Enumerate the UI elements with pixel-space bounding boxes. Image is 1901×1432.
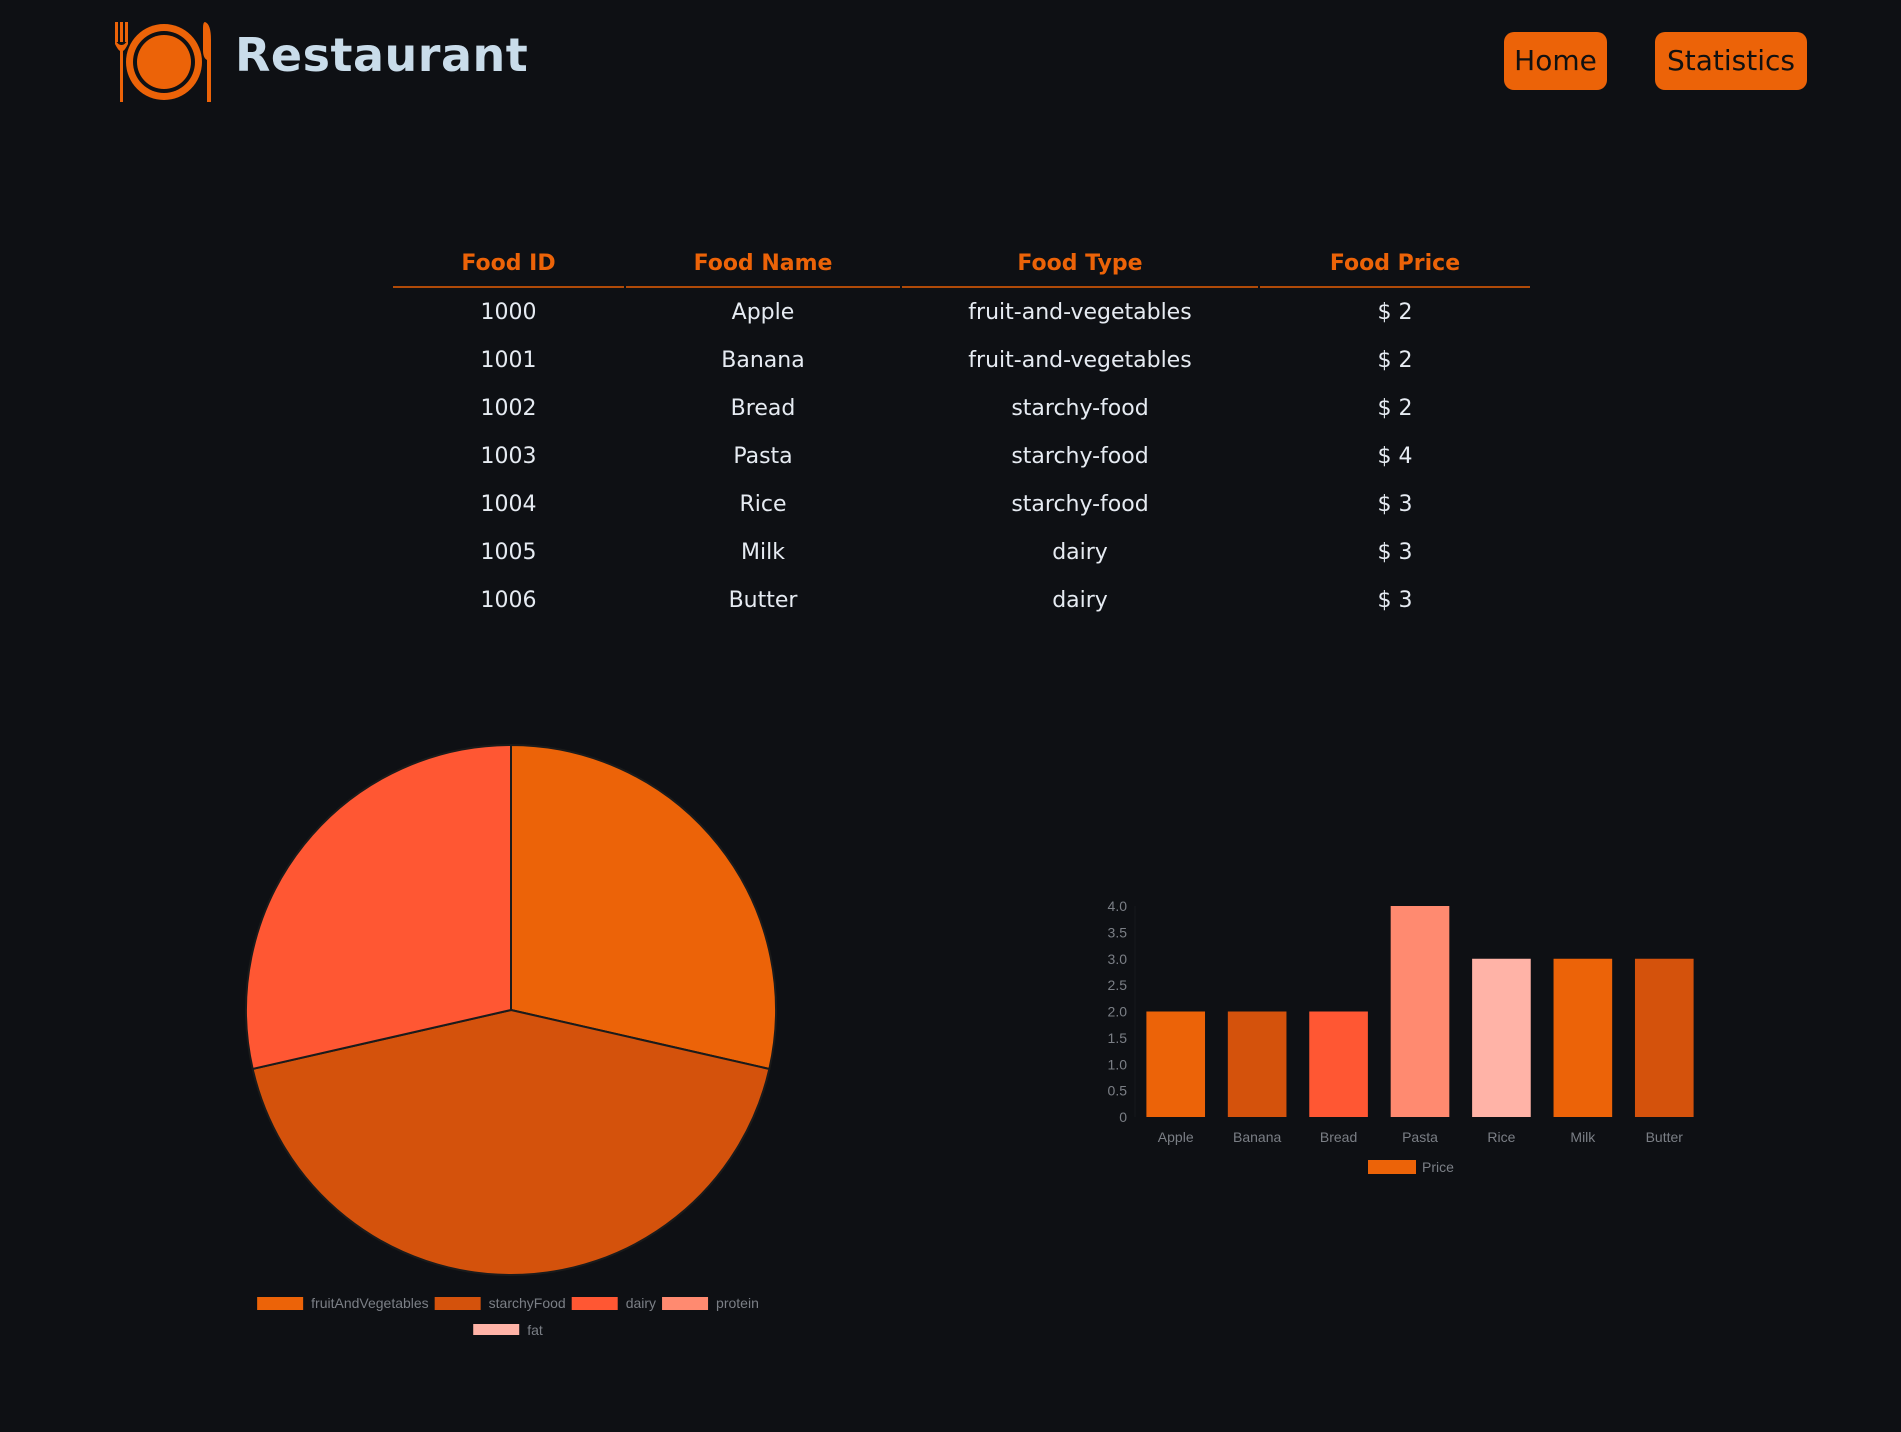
bar-apple[interactable] — [1146, 1011, 1206, 1118]
legend-swatch-fruit-and-vegetables[interactable] — [257, 1297, 304, 1310]
cell-food-id: 1006 — [480, 587, 537, 613]
cell-food-id: 1003 — [480, 443, 537, 469]
cell-food-id: 1005 — [480, 539, 537, 565]
legend-label-fruit-and-vegetables[interactable]: fruitAndVegetables — [311, 1295, 429, 1311]
cell-food-type: dairy — [1052, 587, 1108, 613]
cell-food-price: $ 2 — [1377, 299, 1413, 325]
cell-food-name: Apple — [731, 299, 795, 325]
cell-food-name: Banana — [721, 347, 805, 373]
legend-swatch-dairy[interactable] — [571, 1297, 618, 1310]
restaurant-logo-icon[interactable] — [112, 20, 214, 104]
legend-swatch-starchy-food[interactable] — [434, 1297, 481, 1310]
brand-title: Restaurant — [235, 28, 529, 82]
legend-swatch-protein[interactable] — [662, 1297, 709, 1310]
x-tick-label-pasta: Pasta — [1402, 1129, 1438, 1145]
food-type-pie-chart[interactable]: fruitAndVegetables starchyFood dairy protei… — [240, 735, 780, 1335]
app-header: Restaurant Home Statistics — [0, 0, 1901, 130]
home-button[interactable]: Home — [1504, 32, 1607, 90]
x-tick-label-apple: Apple — [1158, 1129, 1194, 1145]
table-row: 1004 Rice starchy-food $ 3 — [393, 480, 1530, 528]
cell-food-price: $ 3 — [1377, 491, 1413, 517]
cell-food-name: Milk — [741, 539, 785, 565]
x-tick-label-bread: Bread — [1320, 1129, 1357, 1145]
y-tick-label: 3.5 — [1108, 924, 1128, 940]
cell-food-type: fruit-and-vegetables — [968, 347, 1192, 373]
statistics-button[interactable]: Statistics — [1655, 32, 1807, 90]
legend-swatch-price[interactable] — [1368, 1160, 1416, 1174]
cell-food-price: $ 3 — [1377, 587, 1413, 613]
y-tick-label: 4.0 — [1108, 898, 1128, 914]
legend-label-protein[interactable]: protein — [716, 1295, 759, 1311]
bar-banana[interactable] — [1227, 1011, 1287, 1118]
cell-food-type: starchy-food — [1011, 443, 1149, 469]
cell-food-price: $ 3 — [1377, 539, 1413, 565]
column-header-food-price: Food Price — [1260, 240, 1530, 288]
food-price-bar-chart[interactable]: 0 0.5 1.0 1.5 2.0 2.5 3.0 3.5 4.0 Apple Banana Brea… — [1095, 885, 1715, 1185]
cell-food-type: starchy-food — [1011, 491, 1149, 517]
table-row: 1005 Milk dairy $ 3 — [393, 528, 1530, 576]
cell-food-id: 1004 — [480, 491, 537, 517]
column-header-food-id: Food ID — [393, 240, 624, 288]
cell-food-name: Pasta — [733, 443, 793, 469]
cell-food-id: 1000 — [480, 299, 537, 325]
legend-label-starchy-food[interactable]: starchyFood — [489, 1295, 566, 1311]
table-row: 1002 Bread starchy-food $ 2 — [393, 384, 1530, 432]
cell-food-id: 1001 — [480, 347, 537, 373]
y-tick-label: 2.5 — [1108, 977, 1128, 993]
legend-swatch-fat[interactable] — [473, 1324, 520, 1335]
legend-label-price[interactable]: Price — [1422, 1159, 1454, 1175]
cell-food-name: Rice — [739, 491, 787, 517]
cell-food-price: $ 4 — [1377, 443, 1413, 469]
cell-food-type: starchy-food — [1011, 395, 1149, 421]
x-tick-label-rice: Rice — [1487, 1129, 1515, 1145]
x-tick-label-milk: Milk — [1570, 1129, 1596, 1145]
column-header-food-type: Food Type — [902, 240, 1258, 288]
cell-food-name: Bread — [730, 395, 796, 421]
legend-label-fat[interactable]: fat — [527, 1322, 543, 1335]
y-tick-label: 3.0 — [1108, 951, 1128, 967]
y-tick-label: 2.0 — [1108, 1004, 1128, 1020]
table-header-row: Food ID Food Name Food Type Food Price — [393, 240, 1530, 288]
y-tick-label: 0.5 — [1108, 1083, 1128, 1099]
y-tick-label: 1.0 — [1108, 1056, 1128, 1072]
cell-food-type: fruit-and-vegetables — [968, 299, 1192, 325]
cell-food-price: $ 2 — [1377, 347, 1413, 373]
y-tick-label: 0 — [1119, 1109, 1127, 1125]
cell-food-name: Butter — [728, 587, 798, 613]
bar-butter[interactable] — [1634, 958, 1694, 1117]
table-row: 1006 Butter dairy $ 3 — [393, 576, 1530, 624]
x-tick-label-banana: Banana — [1233, 1129, 1281, 1145]
table-row: 1003 Pasta starchy-food $ 4 — [393, 432, 1530, 480]
bar-pasta[interactable] — [1390, 906, 1450, 1117]
cell-food-price: $ 2 — [1377, 395, 1413, 421]
table-row: 1000 Apple fruit-and-vegetables $ 2 — [393, 288, 1530, 336]
cell-food-type: dairy — [1052, 539, 1108, 565]
x-tick-label-butter: Butter — [1646, 1129, 1684, 1145]
y-tick-label: 1.5 — [1108, 1030, 1128, 1046]
bar-rice[interactable] — [1472, 958, 1531, 1117]
legend-label-dairy[interactable]: dairy — [626, 1295, 656, 1311]
food-table: Food ID Food Name Food Type Food Price 1… — [391, 240, 1532, 624]
cell-food-id: 1002 — [480, 395, 537, 421]
column-header-food-name: Food Name — [626, 240, 900, 288]
bar-milk[interactable] — [1553, 958, 1613, 1117]
bar-bread[interactable] — [1309, 1011, 1368, 1118]
table-row: 1001 Banana fruit-and-vegetables $ 2 — [393, 336, 1530, 384]
